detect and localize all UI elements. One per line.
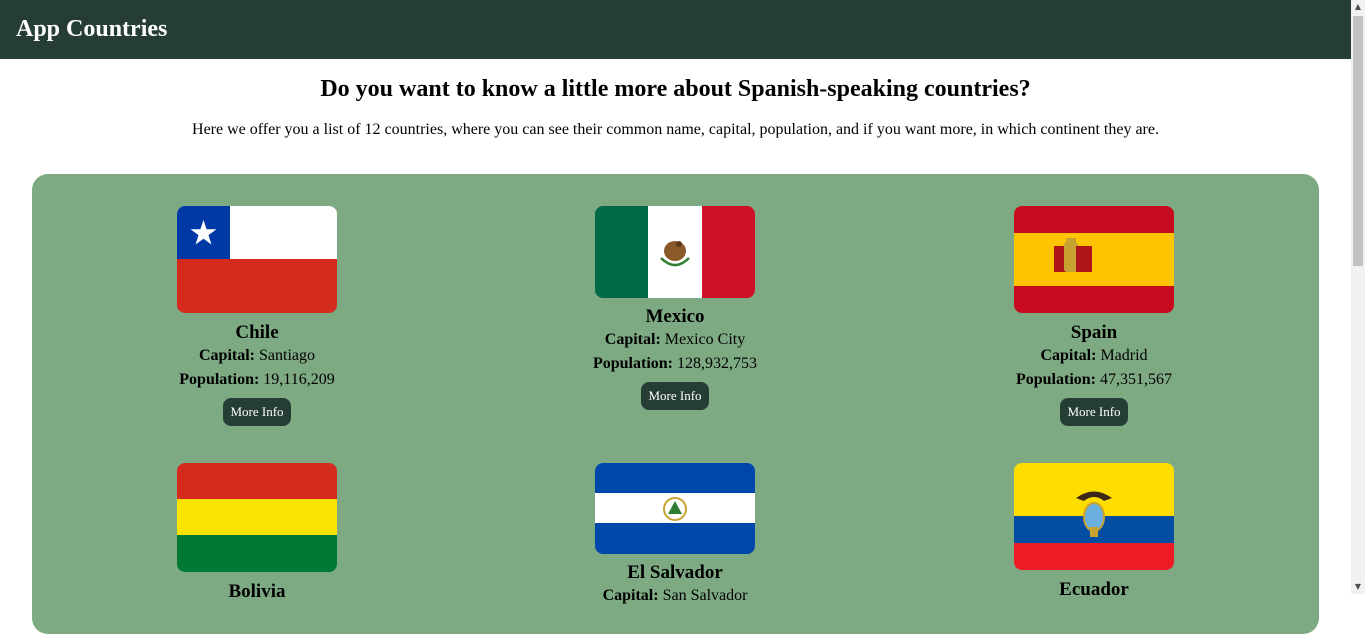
population-row: Population: 19,116,209 <box>127 368 387 392</box>
country-card-el-salvador: El Salvador Capital: San Salvador <box>545 463 805 608</box>
ecuador-flag-icon <box>1014 463 1174 570</box>
capital-value: San Salvador <box>662 587 748 604</box>
capital-value: Madrid <box>1100 347 1148 364</box>
more-info-button-mexico[interactable]: More Info <box>641 382 709 410</box>
population-row: Population: 128,932,753 <box>545 352 805 376</box>
country-name: El Salvador <box>627 562 723 583</box>
el-salvador-flag-icon <box>595 463 755 554</box>
country-name: Chile <box>235 322 279 343</box>
population-value: 47,351,567 <box>1100 371 1172 388</box>
country-name: Spain <box>1070 322 1118 343</box>
capital-value: Santiago <box>259 347 315 364</box>
capital-row: Capital: Madrid <box>964 344 1224 368</box>
population-label: Population: <box>179 371 260 388</box>
chile-flag-icon <box>177 206 337 313</box>
country-card-bolivia: Bolivia <box>127 463 387 603</box>
capital-row: Capital: San Salvador <box>545 584 805 608</box>
top-navbar: App Countries <box>0 0 1351 59</box>
capital-label: Capital: <box>199 347 255 364</box>
country-name: Ecuador <box>1059 579 1129 600</box>
scroll-down-arrow-icon[interactable]: ▼ <box>1351 580 1365 594</box>
country-card-ecuador: Ecuador <box>964 463 1224 601</box>
more-info-button-chile[interactable]: More Info <box>223 398 291 426</box>
capital-row: Capital: Santiago <box>127 344 387 368</box>
country-name: Bolivia <box>228 581 286 602</box>
country-card-chile: Chile Capital: Santiago Population: 19,1… <box>127 206 387 426</box>
more-info-button-spain[interactable]: More Info <box>1060 398 1128 426</box>
capital-label: Capital: <box>604 331 661 348</box>
capital-value: Mexico City <box>664 331 746 348</box>
population-label: Population: <box>1015 371 1096 388</box>
intro-text: Here we offer you a list of 12 countries… <box>192 121 1159 138</box>
capital-row: Capital: Mexico City <box>545 328 805 352</box>
population-row: Population: 47,351,567 <box>964 368 1224 392</box>
scrollbar-thumb[interactable] <box>1353 16 1363 266</box>
capital-label: Capital: <box>1040 347 1097 364</box>
vertical-scrollbar[interactable]: ▲ ▼ <box>1351 0 1365 594</box>
mexico-flag-icon <box>595 206 755 298</box>
bolivia-flag-icon <box>177 463 337 572</box>
spain-flag-icon <box>1014 206 1174 313</box>
scroll-up-arrow-icon[interactable]: ▲ <box>1351 0 1365 14</box>
population-value: 128,932,753 <box>677 355 757 372</box>
countries-grid: Chile Capital: Santiago Population: 19,1… <box>32 174 1319 634</box>
app-title[interactable]: App Countries <box>16 14 167 44</box>
country-name: Mexico <box>645 306 705 327</box>
country-card-spain: Spain Capital: Madrid Population: 47,351… <box>964 206 1224 426</box>
page-heading: Do you want to know a little more about … <box>320 76 1031 102</box>
population-label: Population: <box>592 355 673 372</box>
population-value: 19,116,209 <box>263 371 335 388</box>
country-card-mexico: Mexico Capital: Mexico City Population: … <box>545 206 805 410</box>
capital-label: Capital: <box>602 587 659 604</box>
